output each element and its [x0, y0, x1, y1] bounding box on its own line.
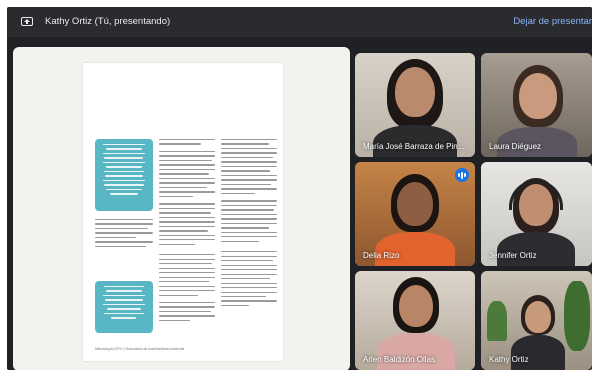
- participant-tile[interactable]: Kathy Ortiz: [481, 271, 592, 370]
- speaking-indicator-icon: [455, 168, 469, 182]
- avatar: [397, 182, 433, 226]
- participant-tile[interactable]: Laura Diéguez: [481, 53, 592, 157]
- participant-name: Laura Diéguez: [489, 142, 542, 151]
- presentation-bar: Kathy Ortiz (Tú, presentando) Dejar de p…: [7, 7, 592, 37]
- participant-name: Arlen Baldizón Ollas: [363, 355, 436, 364]
- present-to-all-icon: [21, 17, 33, 26]
- participant-name: Jennifer Ortiz: [489, 251, 537, 260]
- meeting-window: Kathy Ortiz (Tú, presentando) Dejar de p…: [7, 7, 592, 370]
- stop-presenting-button[interactable]: Dejar de presentar: [513, 16, 592, 27]
- avatar: [519, 73, 557, 119]
- callout-box: [95, 281, 153, 333]
- participant-name: Delia Rizo: [363, 251, 400, 260]
- avatar: [399, 285, 433, 327]
- document-footer: Metodología KSFH | Observatorio de suste…: [95, 347, 185, 351]
- document-page: Metodología KSFH | Observatorio de suste…: [83, 63, 283, 361]
- presenting-title: Kathy Ortiz (Tú, presentando): [45, 16, 171, 27]
- participant-tile[interactable]: María José Barraza de Pin...: [355, 53, 475, 157]
- shared-screen: Metodología KSFH | Observatorio de suste…: [13, 47, 350, 370]
- participant-tile[interactable]: Delia Rizo: [355, 162, 475, 266]
- text-column: [159, 139, 215, 324]
- text-column: [221, 139, 277, 309]
- participant-name: María José Barraza de Pin...: [363, 142, 465, 151]
- callout-box: [95, 139, 153, 211]
- participant-name: Kathy Ortiz: [489, 355, 529, 364]
- avatar: [395, 67, 435, 117]
- plant: [564, 281, 590, 351]
- plant: [487, 301, 507, 341]
- participant-tile[interactable]: Arlen Baldizón Ollas: [355, 271, 475, 370]
- participant-tile[interactable]: Jennifer Ortiz: [481, 162, 592, 266]
- avatar: [525, 301, 551, 333]
- text-column: [95, 219, 153, 250]
